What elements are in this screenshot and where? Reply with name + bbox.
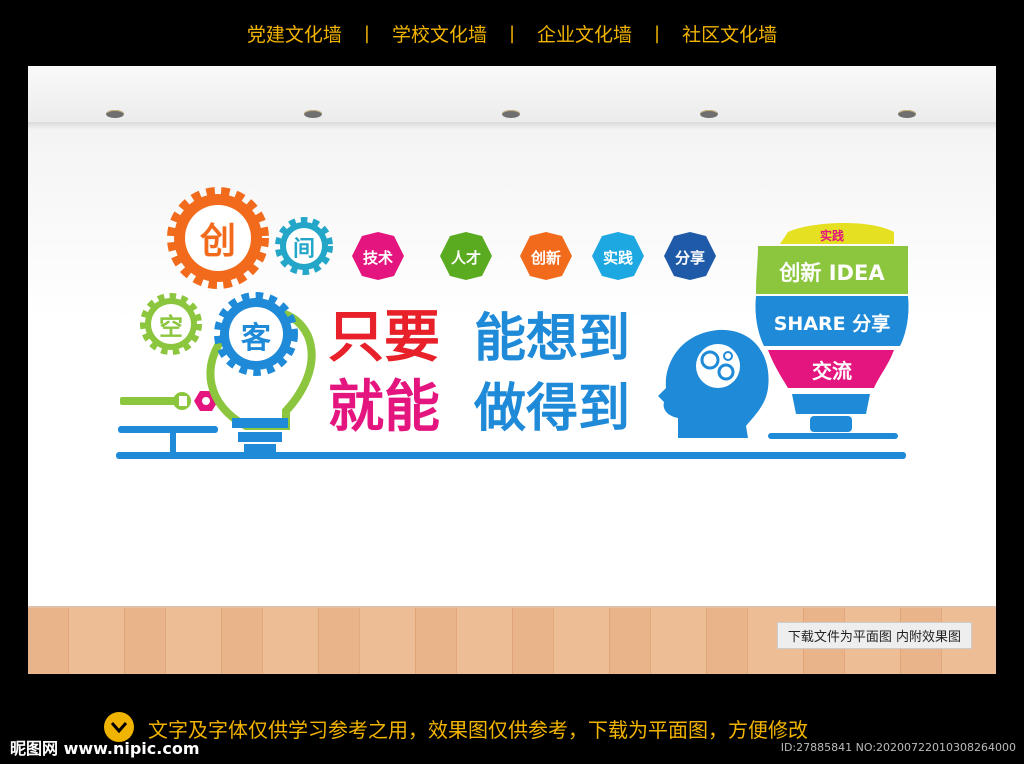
top-nav: 党建文化墙 | 学校文化墙 | 企业文化墙 | 社区文化墙 bbox=[0, 0, 1024, 66]
svg-text:实践: 实践 bbox=[603, 249, 633, 267]
nav-item-party[interactable]: 党建文化墙 bbox=[225, 20, 364, 47]
footer-notice: 文字及字体仅供学习参考之用，效果图仅供参考，下载为平面图，方便修改 bbox=[148, 718, 808, 742]
nav-item-enterprise[interactable]: 企业文化墙 bbox=[515, 20, 654, 47]
gear-icon: 客 bbox=[214, 292, 298, 376]
gear-label: 空 bbox=[159, 313, 183, 341]
culture-wall-artwork: 创 间 空 客 技术 人才 创新 实践 分享 只要 能想到 就能 做得到 实践 … bbox=[116, 187, 909, 459]
hex-badge: 人才 bbox=[440, 232, 492, 280]
hex-badge: 分享 bbox=[664, 232, 716, 280]
slogan-line1-blue: 能想到 bbox=[474, 309, 630, 369]
head-brain-icon bbox=[658, 329, 769, 438]
hex-badge: 技术 bbox=[352, 232, 404, 280]
svg-text:技术: 技术 bbox=[363, 249, 393, 267]
nav-item-community[interactable]: 社区文化墙 bbox=[660, 20, 799, 47]
bulb-band-label: SHARE 分享 bbox=[774, 312, 891, 335]
site-logo[interactable]: 昵图网 www.nipic.com bbox=[10, 735, 200, 759]
nav-item-school[interactable]: 学校文化墙 bbox=[370, 20, 509, 47]
gear-label: 创 bbox=[200, 221, 236, 262]
hex-badge: 实践 bbox=[592, 232, 644, 280]
svg-text:分享: 分享 bbox=[675, 249, 705, 267]
gear-icon: 间 bbox=[275, 217, 333, 275]
gear-label: 间 bbox=[293, 237, 315, 262]
slogan-line1-red: 只要 bbox=[328, 305, 440, 370]
gear-label: 客 bbox=[241, 321, 271, 356]
slogan-line2-blue: 做得到 bbox=[473, 379, 630, 439]
bulb-band-label: 交流 bbox=[812, 359, 852, 383]
lightbulb-icon: 实践 创新 IDEA SHARE 分享 交流 bbox=[755, 222, 909, 432]
svg-text:人才: 人才 bbox=[451, 249, 481, 267]
gear-icon: 创 bbox=[167, 187, 269, 289]
wrench-icon bbox=[120, 392, 191, 410]
bulb-band-label: 实践 bbox=[820, 228, 844, 243]
gear-icon: 空 bbox=[140, 293, 202, 355]
image-id-text: ID:27885841 NO:20200722010308264000 bbox=[780, 741, 1016, 754]
hex-badge: 创新 bbox=[520, 232, 572, 280]
room-scene: 下载文件为平面图 内附效果图 创 间 空 客 技术 人才 创新 实践 分享 只要… bbox=[28, 66, 996, 674]
bulb-band-label: 创新 IDEA bbox=[778, 261, 885, 285]
svg-text:创新: 创新 bbox=[530, 249, 561, 267]
slogan-line2-magenta: 就能 bbox=[328, 375, 440, 440]
